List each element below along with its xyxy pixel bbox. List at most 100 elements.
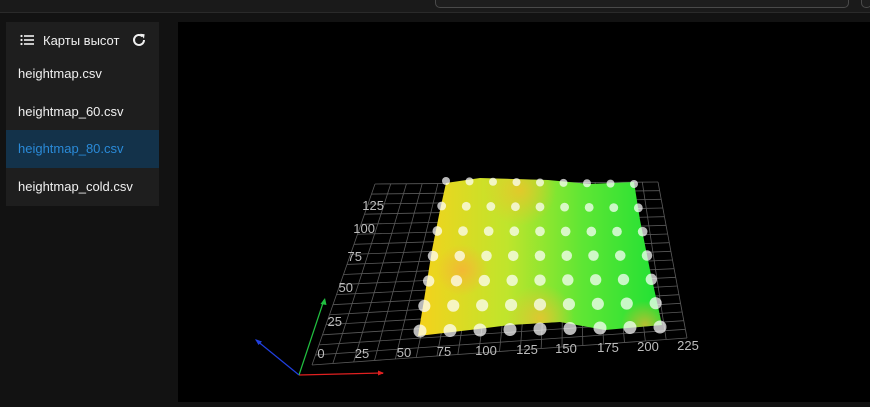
probe-point: [427, 250, 439, 262]
probe-point: [533, 298, 547, 311]
probe-point: [641, 250, 653, 261]
y-axis-arrow: [320, 298, 327, 305]
probe-point: [606, 179, 615, 188]
x-tick-label: 50: [397, 345, 411, 360]
probe-point: [560, 202, 569, 212]
probe-point: [562, 274, 574, 286]
x-tick-label: 25: [355, 346, 369, 361]
probe-point: [450, 275, 463, 287]
probe-point: [511, 202, 520, 212]
probe-point: [534, 250, 546, 261]
probe-point: [617, 273, 630, 286]
probe-point: [508, 250, 519, 262]
probe-point: [562, 298, 576, 311]
probe-point: [486, 202, 496, 211]
probe-point: [588, 250, 599, 261]
x-tick-label: 175: [597, 340, 619, 355]
probe-point: [413, 324, 427, 338]
probe-point: [506, 274, 518, 287]
probe-point: [465, 177, 474, 186]
x-axis-arrow: [378, 370, 384, 376]
panel-title: Карты высот: [43, 33, 120, 48]
top-toolbar: [0, 0, 870, 13]
probe-point: [461, 201, 471, 211]
probe-point: [653, 320, 667, 334]
probe-point: [512, 178, 521, 187]
probe-point: [458, 226, 468, 236]
list-icon: [20, 34, 34, 46]
viewer-canvas[interactable]: 0 25 50 75 100 125 150 175 200 225 25 50 75 100 125: [178, 22, 870, 402]
y-axis-line: [298, 299, 325, 376]
file-item-label: heightmap_60.csv: [18, 104, 124, 119]
x-tick-label: 150: [555, 341, 577, 356]
probe-point: [442, 177, 450, 185]
heightmap-3d-viewer[interactable]: 0 25 50 75 100 125 150 175 200 225 25 50 75 100 125: [178, 22, 870, 402]
y-tick-label: 125: [362, 198, 384, 213]
probe-point: [443, 324, 457, 337]
x-tick-label: 100: [475, 343, 497, 358]
y-tick-label: 100: [353, 221, 375, 236]
probe-point: [432, 226, 443, 236]
file-item-heightmap[interactable]: heightmap.csv: [6, 55, 159, 93]
probe-point: [590, 274, 602, 286]
probe-point: [437, 201, 447, 211]
probe-point: [476, 299, 489, 312]
probe-point: [535, 226, 545, 237]
z-axis-line: [255, 339, 300, 376]
probe-point: [418, 299, 431, 313]
probe-point: [535, 202, 545, 212]
refresh-icon[interactable]: [131, 32, 147, 48]
probe-point: [586, 226, 597, 237]
probe-point: [630, 180, 638, 188]
probe-point: [560, 226, 571, 237]
probe-point: [612, 226, 622, 237]
x-tick-label: 225: [677, 338, 699, 353]
probe-point: [609, 203, 619, 213]
probe-point: [447, 299, 460, 312]
probe-point: [423, 275, 435, 287]
probe-point: [645, 273, 657, 286]
probe-point: [649, 297, 662, 310]
toolbar-button[interactable]: [861, 0, 870, 8]
probe-point: [584, 202, 594, 212]
file-item-label: heightmap_80.csv: [18, 141, 124, 156]
probe-point: [633, 203, 643, 213]
probe-point: [483, 226, 494, 237]
file-item-heightmap-80[interactable]: heightmap_80.csv: [6, 130, 159, 168]
file-item-label: heightmap_cold.csv: [18, 179, 133, 194]
file-item-label: heightmap.csv: [18, 66, 102, 81]
probe-point: [583, 179, 591, 188]
probe-point: [561, 250, 572, 261]
probe-point: [563, 322, 577, 335]
y-tick-label: 50: [339, 280, 353, 295]
probe-point: [503, 323, 517, 336]
probe-point: [637, 226, 648, 237]
axes-gizmo: [255, 298, 384, 376]
probe-point: [473, 323, 487, 337]
probe-point: [489, 177, 497, 186]
x-axis-line: [298, 372, 384, 376]
probe-point: [559, 178, 568, 187]
y-tick-label: 75: [348, 249, 362, 264]
x-tick-label: 0: [317, 346, 324, 361]
x-tick-label: 75: [437, 344, 451, 359]
probe-point: [533, 322, 547, 336]
probe-point: [505, 298, 518, 312]
probe-point: [615, 250, 626, 261]
probe-point: [478, 274, 491, 287]
search-input[interactable]: [435, 0, 849, 8]
probe-point: [623, 321, 637, 334]
x-tick-label: 125: [516, 342, 538, 357]
file-item-heightmap-60[interactable]: heightmap_60.csv: [6, 93, 159, 131]
heightmap-panel: Карты высот heightmap.csv heightmap_60.c…: [6, 22, 159, 206]
probe-point: [593, 321, 607, 335]
probe-point: [620, 297, 633, 310]
probe-point: [509, 226, 520, 237]
probe-point: [536, 178, 544, 187]
probe-point: [591, 297, 604, 310]
x-tick-label: 200: [637, 339, 659, 354]
probe-point: [454, 250, 465, 262]
probe-point: [481, 250, 492, 262]
file-item-heightmap-cold[interactable]: heightmap_cold.csv: [6, 168, 159, 206]
probe-point: [534, 274, 546, 286]
